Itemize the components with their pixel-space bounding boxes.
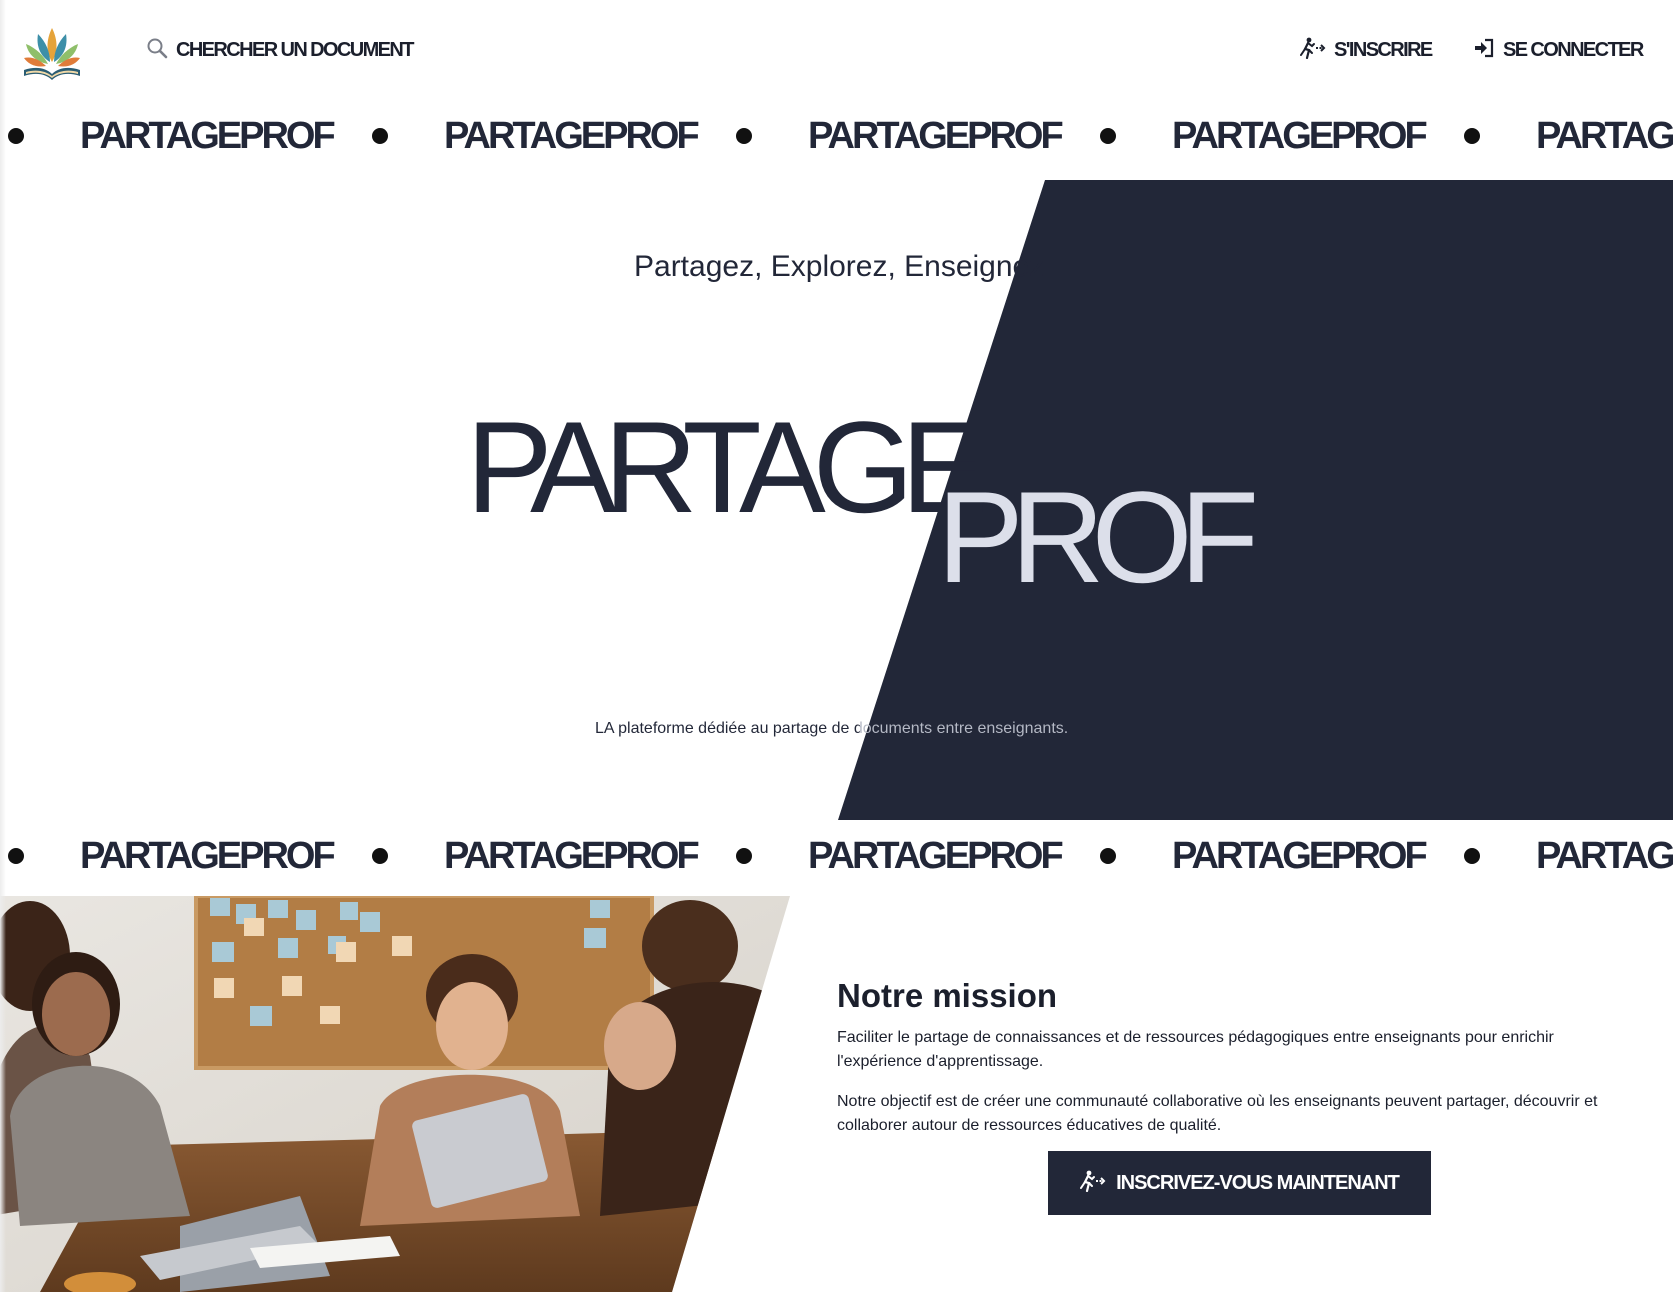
signup-now-label: INSCRIVEZ-VOUS MAINTENANT bbox=[1116, 1171, 1400, 1194]
hero-subtitle-text: LA plateforme dédiée au partage de docum… bbox=[595, 720, 1069, 737]
bullet-dot bbox=[736, 128, 752, 144]
mission-section: Notre mission Faciliter le partage de co… bbox=[0, 896, 1673, 1292]
marquee-band-bottom: PARTAGEPROF PARTAGEPROF PARTAGEPROF PART… bbox=[0, 820, 1673, 892]
signup-link[interactable]: S'INSCRIRE bbox=[1300, 36, 1433, 64]
hero-title-partage: PARTAGE bbox=[466, 394, 988, 540]
marquee-word: PARTAGEPROF bbox=[444, 834, 700, 877]
marquee-band-top: PARTAGEPROF PARTAGEPROF PARTAGEPROF PART… bbox=[0, 100, 1673, 172]
marquee-item: PARTAGEPROF bbox=[364, 115, 728, 158]
marquee-word: PARTAGEPROF bbox=[808, 114, 1064, 157]
marquee-item: PARTAGEPROF bbox=[728, 835, 1092, 878]
marquee-word: PARTAGEPROF bbox=[444, 114, 700, 157]
marquee-item: PARTAGEPROF bbox=[0, 835, 364, 878]
marquee-word: PARTAGEPROF bbox=[1172, 114, 1428, 157]
bullet-dot bbox=[372, 128, 388, 144]
signup-label: S'INSCRIRE bbox=[1334, 38, 1433, 61]
marquee-item: PARTAGEPROF bbox=[1092, 835, 1456, 878]
marquee-word: PARTAGEPROF bbox=[1536, 834, 1673, 877]
team-meeting-photo bbox=[0, 896, 790, 1292]
hero-title-prof: PROF bbox=[937, 464, 1259, 610]
mission-title: Notre mission bbox=[837, 977, 1058, 1014]
marquee-word: PARTAGEPROF bbox=[80, 834, 336, 877]
bullet-dot bbox=[1464, 128, 1480, 144]
marquee-item: PARTAGEPROF bbox=[728, 115, 1092, 158]
hero-tagline: Partagez, Explorez, Enseignez bbox=[634, 250, 1045, 283]
marquee-item: PARTAGEPROF bbox=[1456, 115, 1673, 158]
site-header: CHERCHER UN DOCUMENT S'INSCRIRE SE CONNE… bbox=[0, 0, 1673, 100]
signup-now-button[interactable]: INSCRIVEZ-VOUS MAINTENANT bbox=[1048, 1151, 1431, 1215]
bullet-dot bbox=[1100, 848, 1116, 864]
hero-section: Partagez, Explorez, Enseignez PARTAGE PR… bbox=[0, 180, 1673, 820]
marquee-word: PARTAGEPROF bbox=[808, 834, 1064, 877]
marquee-word: PARTAGEPROF bbox=[80, 114, 336, 157]
mission-content: Notre mission Faciliter le partage de co… bbox=[837, 976, 1637, 1154]
search-document-label: CHERCHER UN DOCUMENT bbox=[176, 38, 414, 61]
marquee-word: PARTAGEPROF bbox=[1536, 114, 1673, 157]
search-document-link[interactable]: CHERCHER UN DOCUMENT bbox=[146, 36, 414, 64]
marquee-item: PARTAGEPROF bbox=[1092, 115, 1456, 158]
search-icon bbox=[146, 37, 168, 64]
person-running-icon bbox=[1300, 37, 1326, 64]
hero-tagline-wrap: Partagez, Explorez, Enseignez bbox=[0, 250, 1673, 290]
bullet-dot bbox=[736, 848, 752, 864]
login-label: SE CONNECTER bbox=[1503, 38, 1644, 61]
mission-paragraph-1: Faciliter le partage de connaissances et… bbox=[837, 1028, 1554, 1070]
login-link[interactable]: SE CONNECTER bbox=[1473, 36, 1644, 64]
bullet-dot bbox=[8, 128, 24, 144]
bullet-dot bbox=[8, 848, 24, 864]
person-running-icon bbox=[1080, 1170, 1106, 1197]
logo[interactable] bbox=[16, 18, 88, 84]
bullet-dot bbox=[1100, 128, 1116, 144]
sign-in-icon bbox=[1473, 37, 1495, 64]
marquee-word: PARTAGEPROF bbox=[1172, 834, 1428, 877]
marquee-item: PARTAGEPROF bbox=[0, 115, 364, 158]
mission-paragraph-2: Notre objectif est de créer une communau… bbox=[837, 1092, 1598, 1134]
marquee-item: PARTAGEPROF bbox=[364, 835, 728, 878]
hero-subtitle: LA plateforme dédiée au partage de docum… bbox=[595, 720, 1068, 738]
bullet-dot bbox=[372, 848, 388, 864]
bullet-dot bbox=[1464, 848, 1480, 864]
marquee-item: PARTAGEPROF bbox=[1456, 835, 1673, 878]
